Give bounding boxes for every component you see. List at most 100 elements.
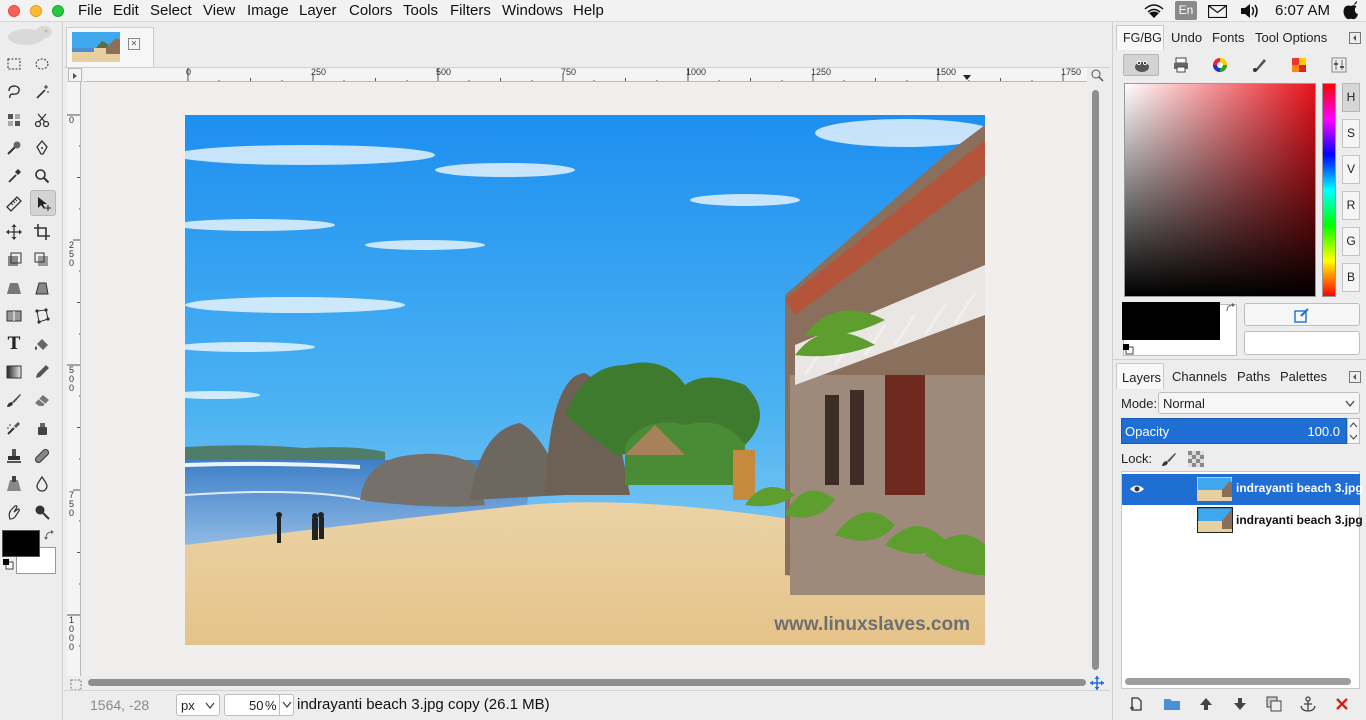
clone-tool[interactable] — [2, 444, 26, 468]
foreground-color-swatch[interactable] — [2, 530, 40, 557]
heal-tool[interactable] — [30, 444, 54, 468]
dock-swap-colors-icon[interactable] — [1225, 302, 1237, 314]
crop-tool[interactable] — [30, 220, 54, 244]
ink-tool[interactable] — [30, 416, 54, 440]
zoom-image-when-window-resized-button[interactable] — [1090, 68, 1104, 82]
menu-image[interactable]: Image — [247, 2, 289, 20]
paths-tool[interactable] — [30, 136, 54, 160]
menu-filters[interactable]: Filters — [450, 2, 491, 20]
watercolor-brush-icon[interactable] — [1252, 57, 1268, 73]
layer-name[interactable]: indrayanti beach 3.jpg — [1236, 513, 1363, 527]
horizontal-ruler[interactable]: 0 250 500 750 1000 1250 1500 1750 — [84, 68, 1087, 82]
wifi-icon[interactable] — [1143, 3, 1165, 19]
channel-s-button[interactable]: S — [1342, 119, 1360, 148]
tab-fg-bg[interactable]: FG/BG — [1116, 25, 1164, 50]
lock-pixels-brush-icon[interactable] — [1161, 451, 1177, 467]
configure-layers-tab-icon[interactable] — [1349, 371, 1361, 383]
vertical-scrollbar[interactable] — [1089, 82, 1103, 676]
color-palette-icon[interactable] — [1291, 57, 1307, 73]
layer-row[interactable]: indrayanti beach 3.jpg — [1122, 506, 1363, 537]
select-by-color-tool[interactable] — [2, 108, 26, 132]
new-layer-group-icon[interactable] — [1163, 696, 1181, 712]
lower-layer-icon[interactable] — [1232, 696, 1248, 712]
unit-select[interactable]: px — [176, 694, 220, 716]
tab-layers[interactable]: Layers — [1116, 363, 1164, 389]
apple-menu-icon[interactable] — [1342, 1, 1360, 20]
perspective-tool[interactable] — [2, 276, 26, 300]
color-wheel-icon[interactable] — [1212, 57, 1228, 73]
saturation-value-square[interactable] — [1124, 83, 1316, 297]
bucket-fill-tool[interactable] — [30, 332, 54, 356]
channel-v-button[interactable]: V — [1342, 155, 1360, 184]
perspective-clone-tool[interactable] — [2, 472, 26, 496]
menu-file[interactable]: File — [78, 2, 102, 20]
minimize-window-button[interactable] — [30, 5, 42, 17]
swap-colors-icon[interactable] — [44, 529, 56, 541]
tab-palettes[interactable]: Palettes — [1280, 369, 1327, 384]
scales-sliders-icon[interactable] — [1331, 57, 1347, 73]
image-tab[interactable]: ✕ — [66, 27, 154, 67]
opacity-value[interactable]: 100.0 — [1307, 424, 1340, 439]
blur-sharpen-tool[interactable] — [30, 472, 54, 496]
navigate-image-button[interactable] — [1090, 676, 1104, 690]
channel-g-button[interactable]: G — [1342, 227, 1360, 256]
menu-layer[interactable]: Layer — [299, 2, 337, 20]
shear-tool[interactable] — [30, 276, 54, 300]
eraser-tool[interactable] — [30, 388, 54, 412]
new-layer-icon[interactable] — [1128, 696, 1144, 712]
menu-edit[interactable]: Edit — [113, 2, 139, 20]
tab-undo[interactable]: Undo — [1171, 30, 1202, 45]
layer-mode-select[interactable]: Normal — [1158, 392, 1360, 414]
anchor-layer-icon[interactable] — [1299, 696, 1317, 712]
rect-select-tool[interactable] — [2, 52, 26, 76]
text-tool[interactable]: T — [2, 332, 26, 356]
layer-thumbnail[interactable] — [1197, 477, 1232, 501]
maximize-window-button[interactable] — [52, 5, 64, 17]
tab-paths[interactable]: Paths — [1237, 369, 1270, 384]
fuzzy-select-tool[interactable] — [30, 80, 54, 104]
menu-view[interactable]: View — [203, 2, 235, 20]
dock-foreground-color[interactable] — [1122, 302, 1220, 340]
volume-icon[interactable] — [1240, 3, 1260, 19]
paintbrush-tool[interactable] — [2, 388, 26, 412]
lock-alpha-checker-icon[interactable] — [1188, 451, 1204, 467]
opacity-spin-buttons[interactable] — [1347, 418, 1360, 444]
tab-channels[interactable]: Channels — [1172, 369, 1227, 384]
hue-strip[interactable] — [1322, 83, 1336, 297]
clock[interactable]: 6:07 AM — [1275, 2, 1330, 20]
tab-tool-options[interactable]: Tool Options — [1255, 30, 1327, 45]
image-tab-close-button[interactable]: ✕ — [128, 38, 140, 50]
zoom-select[interactable]: 50 % — [224, 694, 294, 716]
image-menu-button[interactable] — [68, 68, 82, 82]
channel-r-button[interactable]: R — [1342, 191, 1360, 220]
cmyk-printer-icon[interactable] — [1173, 57, 1189, 73]
raise-layer-icon[interactable] — [1198, 696, 1214, 712]
input-language-indicator[interactable]: En — [1175, 1, 1197, 20]
dock-default-colors-icon[interactable] — [1122, 343, 1134, 355]
rotate-tool[interactable] — [30, 248, 54, 272]
menu-colors[interactable]: Colors — [349, 2, 392, 20]
menu-tools[interactable]: Tools — [403, 2, 438, 20]
foreground-select-tool[interactable] — [2, 136, 26, 160]
zoom-tool[interactable] — [30, 164, 54, 188]
zoom-value[interactable]: 50 — [249, 698, 263, 713]
mail-icon[interactable] — [1208, 5, 1227, 18]
color-picker-button[interactable] — [1244, 303, 1360, 326]
hex-color-entry[interactable] — [1244, 331, 1360, 355]
color-picker-tool[interactable] — [2, 164, 26, 188]
configure-tab-icon[interactable] — [1349, 32, 1361, 44]
layers-list-scroll-thumb[interactable] — [1125, 678, 1351, 685]
scissors-select-tool[interactable] — [30, 108, 54, 132]
opacity-slider[interactable]: Opacity 100.0 — [1121, 418, 1347, 444]
unified-transform-tool[interactable] — [2, 248, 26, 272]
quick-mask-toggle[interactable] — [70, 678, 82, 691]
move-tool[interactable] — [30, 190, 56, 216]
ellipse-select-tool[interactable] — [30, 52, 54, 76]
cage-transform-tool[interactable] — [30, 304, 54, 328]
airbrush-tool[interactable] — [2, 416, 26, 440]
menu-select[interactable]: Select — [150, 2, 192, 20]
align-tool[interactable] — [2, 220, 26, 244]
layer-name[interactable]: indrayanti beach 3.jpg — [1236, 481, 1363, 495]
menu-windows[interactable]: Windows — [502, 2, 563, 20]
visibility-toggle-empty[interactable] — [1129, 514, 1145, 528]
